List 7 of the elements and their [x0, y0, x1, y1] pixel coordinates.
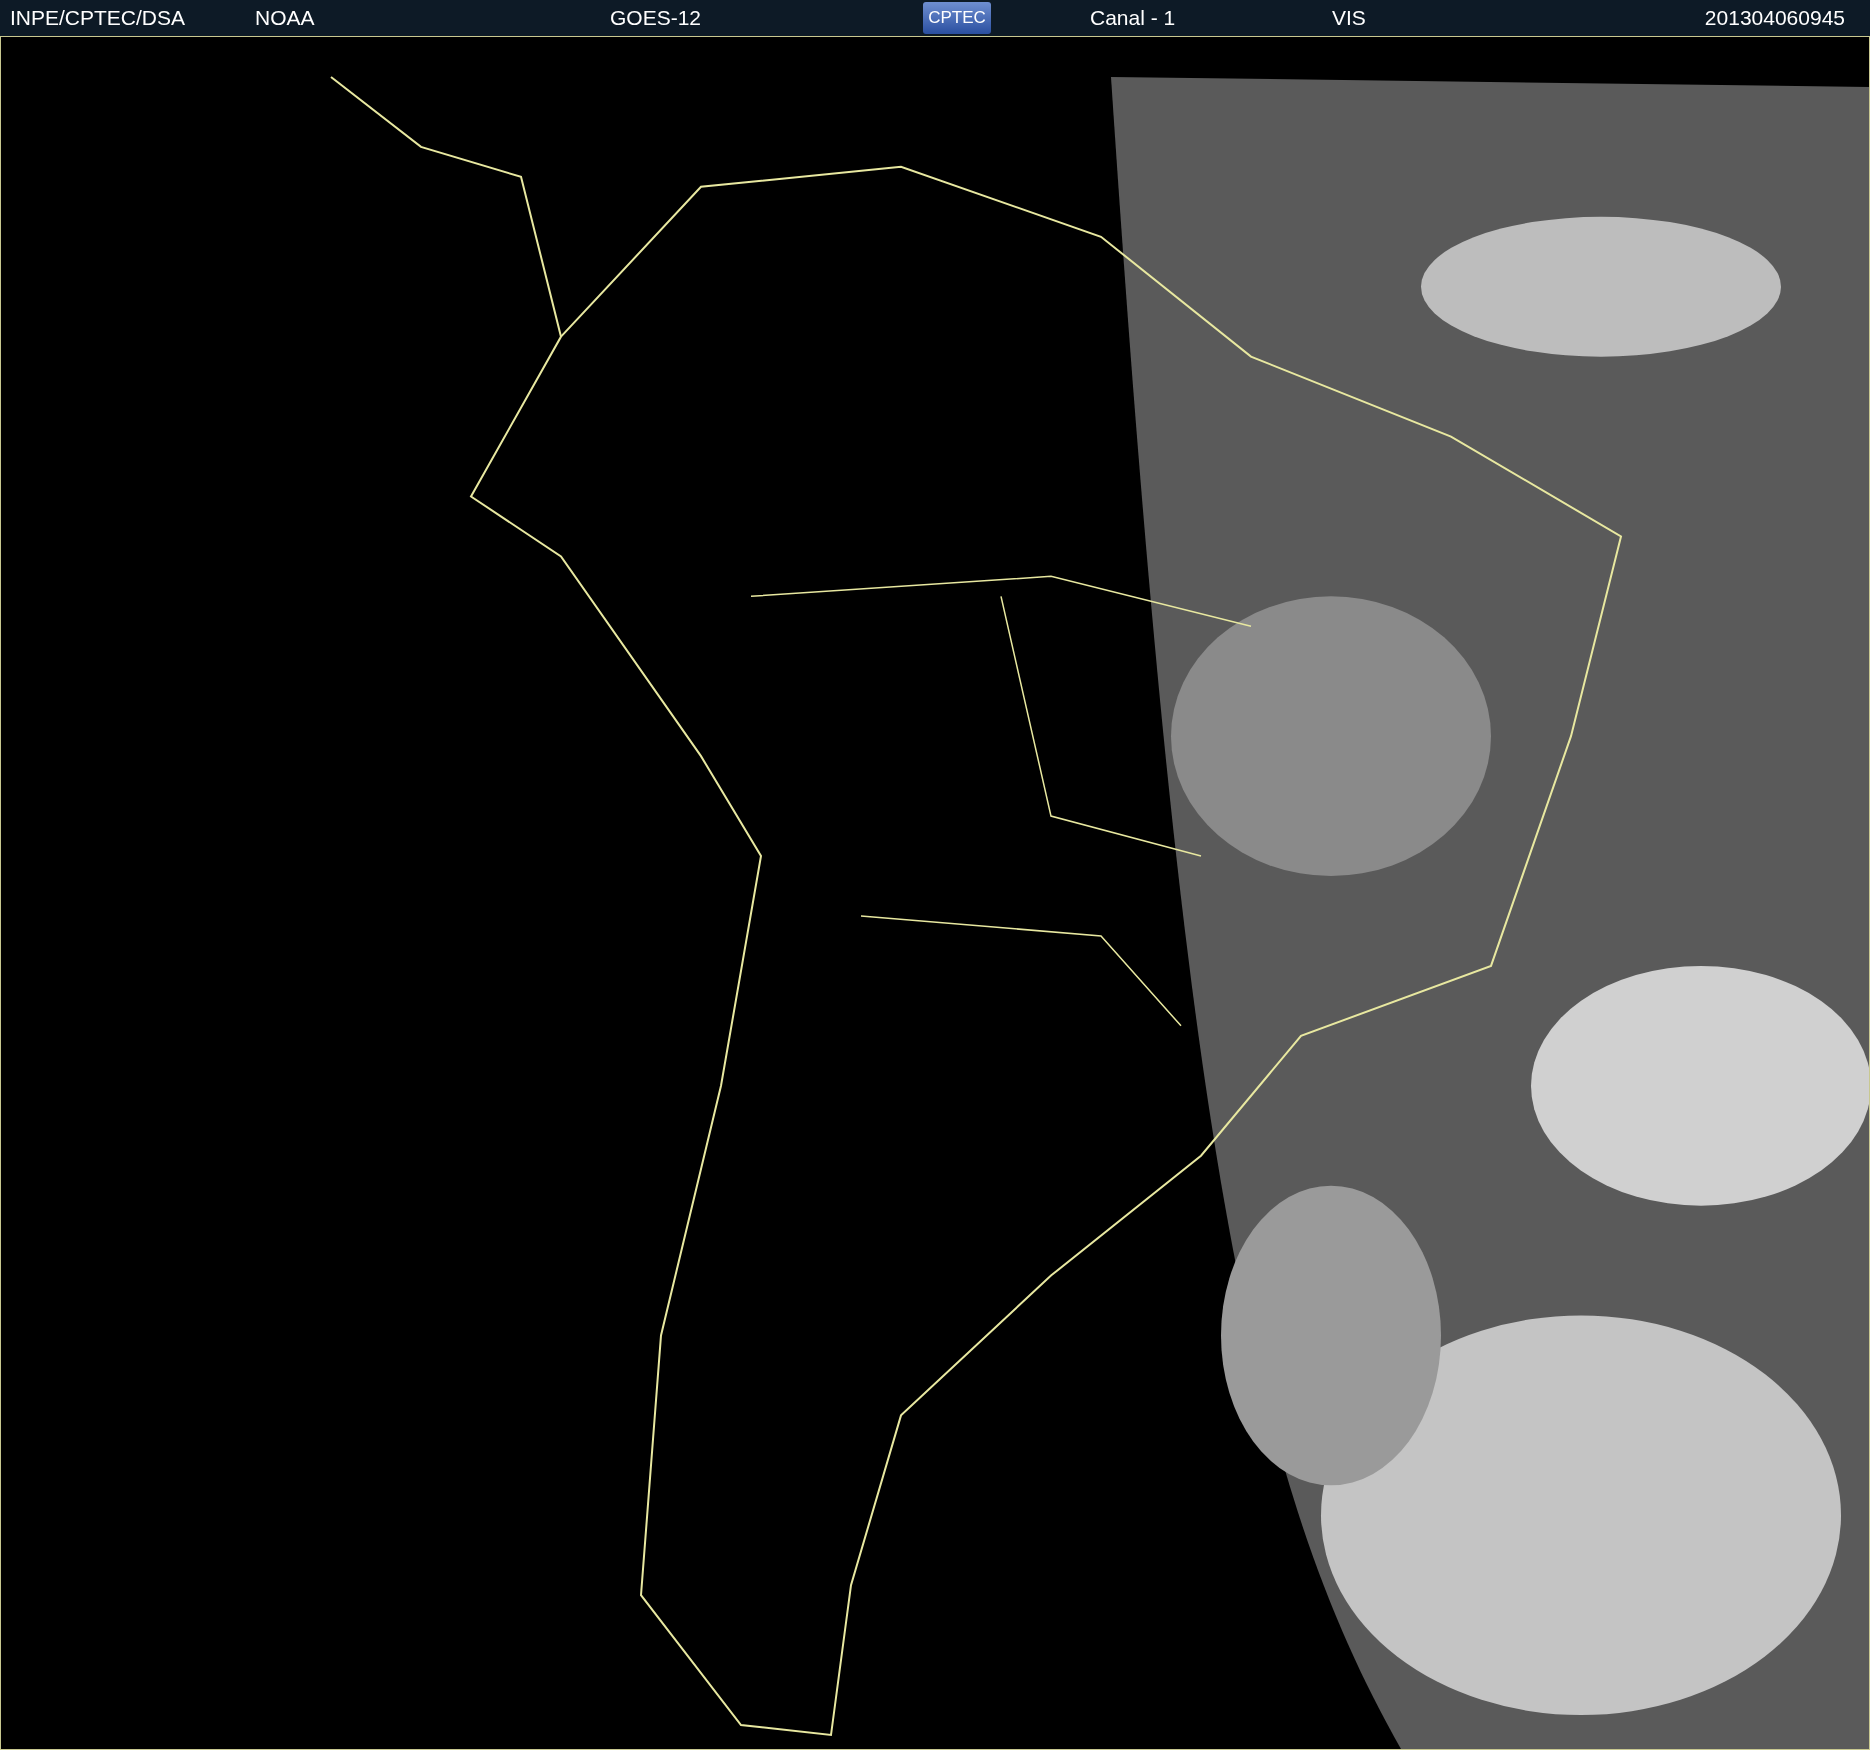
header-label: 201304060945 [1704, 5, 1845, 32]
header-label: GOES-12 [610, 5, 703, 32]
header-label: INPE/CPTEC/DSA [10, 5, 187, 32]
logo: CPTEC [923, 2, 991, 34]
header-label: Canal - 1 [1090, 5, 1177, 32]
header-label: VIS [1332, 5, 1367, 32]
header-label: NOAA [255, 5, 316, 32]
